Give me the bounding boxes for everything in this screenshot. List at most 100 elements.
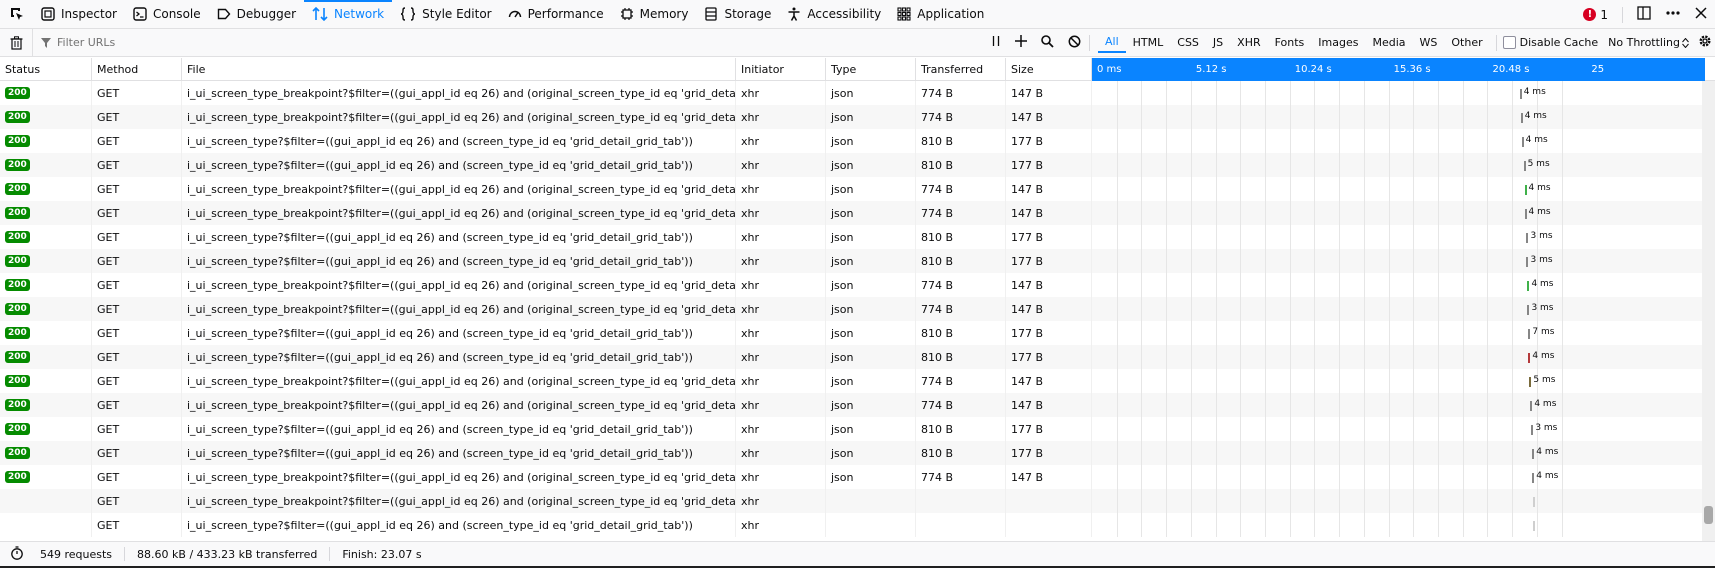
requests-scrollbar[interactable] [1702, 81, 1715, 541]
tab-accessibility[interactable]: Accessibility [779, 0, 889, 29]
more-options-button[interactable] [1665, 6, 1681, 23]
waterfall-gridline [1166, 297, 1168, 321]
request-row[interactable]: GET i_ui_screen_type_breakpoint?$filter=(… [0, 489, 1715, 513]
waterfall-gridline [1512, 393, 1514, 417]
scrollbar-thumb[interactable] [1704, 506, 1713, 524]
request-row[interactable]: 200 GET i_ui_screen_type?$filter=((gui_app… [0, 225, 1715, 249]
request-row[interactable]: 200 GET i_ui_screen_type_breakpoint?$filte… [0, 273, 1715, 297]
column-header-type[interactable]: Type [826, 58, 916, 81]
request-row[interactable]: 200 GET i_ui_screen_type?$filter=((gui_app… [0, 441, 1715, 465]
column-header-method[interactable]: Method [92, 58, 182, 81]
waterfall-gridline [1141, 321, 1143, 345]
network-settings-button[interactable] [1697, 33, 1713, 52]
request-row[interactable]: 200 GET i_ui_screen_type?$filter=((gui_app… [0, 417, 1715, 441]
waterfall-gridline [1215, 201, 1217, 225]
column-header-waterfall[interactable]: 0 ms 5.12 s 10.24 s 15.36 s 20.48 s 25 [1092, 58, 1705, 81]
column-header-size[interactable]: Size [1006, 58, 1092, 81]
waterfall-gridline [1240, 81, 1242, 105]
request-row[interactable]: GET i_ui_screen_type?$filter=((gui_appl_i… [0, 513, 1715, 537]
waterfall-gridline [1438, 249, 1440, 273]
column-header-transferred[interactable]: Transferred [916, 58, 1006, 81]
tab-inspector[interactable]: Inspector [33, 0, 125, 29]
new-request-button[interactable] [1015, 35, 1027, 50]
filter-type-css[interactable]: CSS [1170, 33, 1206, 53]
tab-performance[interactable]: Performance [500, 0, 612, 29]
tab-console[interactable]: Console [125, 0, 209, 29]
waterfall-gridline [1438, 513, 1440, 537]
waterfall-gridline [1363, 297, 1365, 321]
tab-storage[interactable]: Storage [696, 0, 779, 29]
waterfall-gridline [1215, 321, 1217, 345]
waterfall-gridline [1487, 177, 1489, 201]
request-row[interactable]: 200 GET i_ui_screen_type_breakpoint?$filte… [0, 201, 1715, 225]
waterfall-gridline [1314, 441, 1316, 465]
filter-type-fonts[interactable]: Fonts [1268, 33, 1312, 53]
filter-type-js[interactable]: JS [1206, 33, 1230, 53]
performance-analysis-button[interactable] [10, 545, 24, 563]
tab-label: Accessibility [807, 7, 882, 21]
disable-cache-checkbox[interactable] [1502, 36, 1516, 49]
column-header-status[interactable]: Status [0, 58, 92, 81]
filter-actions [983, 29, 1089, 57]
block-requests-button[interactable] [1068, 35, 1081, 51]
request-row[interactable]: 200 GET i_ui_screen_type?$filter=((gui_app… [0, 249, 1715, 273]
cell-size: 177 B [1006, 417, 1092, 441]
waterfall-gridline [1314, 81, 1316, 105]
timing-label: 4 ms [1536, 471, 1559, 481]
tab-memory[interactable]: Memory [612, 0, 697, 29]
request-row[interactable]: 200 GET i_ui_screen_type?$filter=((gui_app… [0, 153, 1715, 177]
filter-type-all[interactable]: All [1098, 33, 1126, 53]
waterfall-gridline [1190, 81, 1192, 105]
waterfall-gridline [1388, 81, 1390, 105]
request-row[interactable]: 200 GET i_ui_screen_type_breakpoint?$filte… [0, 81, 1715, 105]
cell-transferred: 774 B [916, 81, 1006, 105]
waterfall-gridline [1215, 417, 1217, 441]
waterfall-gridline [1462, 489, 1464, 513]
filter-type-html[interactable]: HTML [1126, 33, 1171, 53]
request-row[interactable]: 200 GET i_ui_screen_type?$filter=((gui_app… [0, 321, 1715, 345]
tab-style-editor[interactable]: Style Editor [392, 0, 499, 29]
filter-type-xhr[interactable]: XHR [1230, 33, 1267, 53]
filter-type-other[interactable]: Other [1444, 33, 1489, 53]
column-header-initiator[interactable]: Initiator [736, 58, 826, 81]
request-row[interactable]: 200 GET i_ui_screen_type?$filter=((gui_app… [0, 345, 1715, 369]
search-button[interactable] [1041, 34, 1054, 51]
filter-type-ws[interactable]: WS [1413, 33, 1445, 53]
request-row[interactable]: 200 GET i_ui_screen_type_breakpoint?$filte… [0, 297, 1715, 321]
filter-urls-input[interactable] [57, 36, 937, 49]
waterfall-gridline [1166, 489, 1168, 513]
cell-type [826, 489, 916, 513]
waterfall-gridline [1240, 345, 1242, 369]
request-row[interactable]: 200 GET i_ui_screen_type_breakpoint?$filte… [0, 393, 1715, 417]
column-header-file[interactable]: File [182, 58, 736, 81]
close-devtools-button[interactable] [1695, 7, 1707, 22]
cell-file: i_ui_screen_type_breakpoint?$filter=((gu… [182, 177, 736, 201]
waterfall-gridline [1561, 81, 1563, 105]
element-picker-button[interactable] [0, 0, 33, 29]
dock-side-button[interactable] [1637, 6, 1651, 23]
tab-application[interactable]: Application [889, 0, 992, 29]
waterfall-gridline [1289, 393, 1291, 417]
waterfall-gridline [1215, 345, 1217, 369]
timing-bar [1523, 161, 1526, 171]
filter-type-media[interactable]: Media [1365, 33, 1412, 53]
request-row[interactable]: 200 GET i_ui_screen_type?$filter=((gui_app… [0, 129, 1715, 153]
request-row[interactable]: 200 GET i_ui_screen_type_breakpoint?$filte… [0, 105, 1715, 129]
clear-requests-button[interactable] [0, 28, 33, 57]
requests-list: 200 GET i_ui_screen_type_breakpoint?$filte… [0, 81, 1715, 541]
throttling-select[interactable]: No Throttling [1608, 36, 1689, 49]
tab-debugger[interactable]: Debugger [209, 0, 304, 29]
filter-type-images[interactable]: Images [1311, 33, 1365, 53]
timing-bar [1527, 281, 1530, 291]
disable-cache-toggle[interactable]: Disable Cache [1502, 36, 1598, 49]
error-count-badge[interactable]: ! 1 [1583, 8, 1608, 22]
status-badge: 200 [5, 279, 30, 291]
request-row[interactable]: 200 GET i_ui_screen_type_breakpoint?$filte… [0, 369, 1715, 393]
tab-network[interactable]: Network [304, 0, 393, 29]
pause-recording-button[interactable] [991, 35, 1001, 50]
cell-transferred: 774 B [916, 369, 1006, 393]
waterfall-gridline [1265, 513, 1267, 537]
request-row[interactable]: 200 GET i_ui_screen_type_breakpoint?$filte… [0, 177, 1715, 201]
cell-file: i_ui_screen_type?$filter=((gui_appl_id e… [182, 321, 736, 345]
request-row[interactable]: 200 GET i_ui_screen_type_breakpoint?$filte… [0, 465, 1715, 489]
